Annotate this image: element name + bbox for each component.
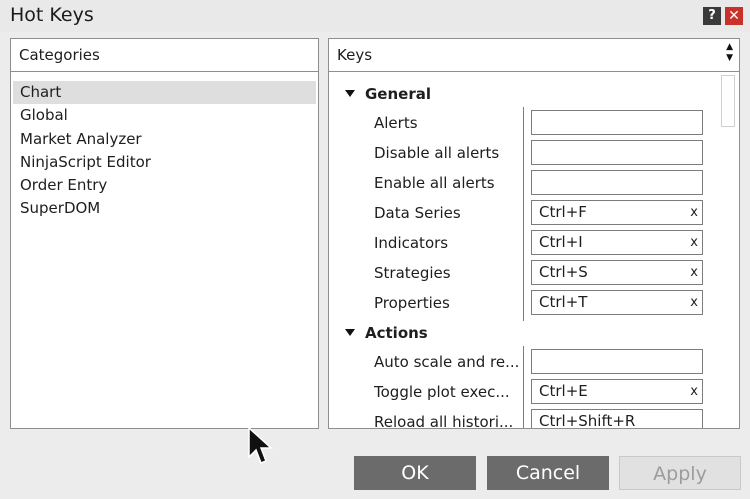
key-label: Alerts: [374, 114, 418, 132]
hotkey-input-toggle-plot-executions[interactable]: Ctrl+E x: [531, 379, 703, 404]
key-row-strategies: Strategies Ctrl+S x: [329, 258, 719, 288]
key-row-enable-all-alerts: Enable all alerts: [329, 168, 719, 198]
sort-down-icon: ▼: [726, 53, 733, 63]
key-row-indicators: Indicators Ctrl+I x: [329, 228, 719, 258]
key-row-toggle-plot-executions: Toggle plot exec... Ctrl+E x: [329, 377, 719, 407]
title-bar: Hot Keys ? ✕: [0, 0, 750, 32]
key-label: Strategies: [374, 264, 451, 282]
sort-up-icon: ▲: [726, 42, 733, 52]
category-item-chart[interactable]: Chart: [13, 81, 316, 105]
close-icon[interactable]: ✕: [725, 7, 743, 25]
key-label: Enable all alerts: [374, 174, 495, 192]
key-row-properties: Properties Ctrl+T x: [329, 288, 719, 318]
keys-header[interactable]: Keys: [329, 39, 739, 72]
category-item-global[interactable]: Global: [13, 104, 316, 127]
hotkey-input-disable-all-alerts[interactable]: [531, 140, 703, 165]
key-row-reload-all-historical: Reload all histori... Ctrl+Shift+R: [329, 407, 719, 428]
hotkey-input-properties[interactable]: Ctrl+T x: [531, 290, 703, 315]
hotkey-input-indicators[interactable]: Ctrl+I x: [531, 230, 703, 255]
help-icon[interactable]: ?: [703, 7, 721, 25]
key-label: Properties: [374, 294, 450, 312]
cancel-button[interactable]: Cancel: [487, 456, 609, 490]
expand-triangle-icon: [345, 90, 355, 97]
hotkey-input-auto-scale[interactable]: [531, 349, 703, 374]
hotkey-input-enable-all-alerts[interactable]: [531, 170, 703, 195]
group-general-label: General: [365, 85, 431, 103]
key-row-auto-scale: Auto scale and re...: [329, 347, 719, 377]
key-label: Disable all alerts: [374, 144, 500, 162]
vertical-scrollbar-thumb[interactable]: [721, 75, 735, 127]
key-label: Indicators: [374, 234, 449, 252]
hotkey-input-reload-all-historical[interactable]: Ctrl+Shift+R: [531, 409, 703, 428]
clear-icon[interactable]: x: [690, 236, 698, 249]
key-row-alerts: Alerts: [329, 108, 719, 138]
categories-list: Chart Global Market Analyzer NinjaScript…: [13, 81, 316, 221]
ok-button[interactable]: OK: [354, 456, 476, 490]
categories-header: Categories: [11, 39, 318, 72]
expand-triangle-icon: [345, 329, 355, 336]
hotkey-input-data-series[interactable]: Ctrl+F x: [531, 200, 703, 225]
clear-icon[interactable]: x: [690, 296, 698, 309]
clear-icon[interactable]: x: [690, 206, 698, 219]
group-general[interactable]: General: [345, 85, 431, 103]
hotkey-input-strategies[interactable]: Ctrl+S x: [531, 260, 703, 285]
category-item-ninjascript-editor[interactable]: NinjaScript Editor: [13, 151, 316, 174]
group-actions[interactable]: Actions: [345, 324, 428, 342]
key-label: Reload all histori...: [374, 413, 514, 428]
clear-icon[interactable]: x: [690, 385, 698, 398]
categories-panel: Categories Chart Global Market Analyzer …: [10, 38, 319, 429]
sort-icon[interactable]: ▲ ▼: [726, 42, 733, 64]
category-item-superdom[interactable]: SuperDOM: [13, 197, 316, 220]
key-label: Toggle plot exec...: [374, 383, 510, 401]
category-item-order-entry[interactable]: Order Entry: [13, 174, 316, 197]
category-item-market-analyzer[interactable]: Market Analyzer: [13, 128, 316, 151]
key-row-data-series: Data Series Ctrl+F x: [329, 198, 719, 228]
window-title: Hot Keys: [10, 4, 94, 26]
key-label: Data Series: [374, 204, 461, 222]
key-row-disable-all-alerts: Disable all alerts: [329, 138, 719, 168]
mouse-cursor-icon: [248, 427, 273, 464]
keys-header-label: Keys: [337, 46, 373, 64]
hotkey-input-alerts[interactable]: [531, 110, 703, 135]
keys-list: General Alerts Disable all alerts Enable…: [329, 73, 739, 428]
apply-button[interactable]: Apply: [619, 456, 741, 490]
key-label: Auto scale and re...: [374, 353, 519, 371]
group-actions-label: Actions: [365, 324, 428, 342]
keys-panel: Keys ▲ ▼ General Alerts Disable all aler…: [328, 38, 740, 429]
clear-icon[interactable]: x: [690, 266, 698, 279]
